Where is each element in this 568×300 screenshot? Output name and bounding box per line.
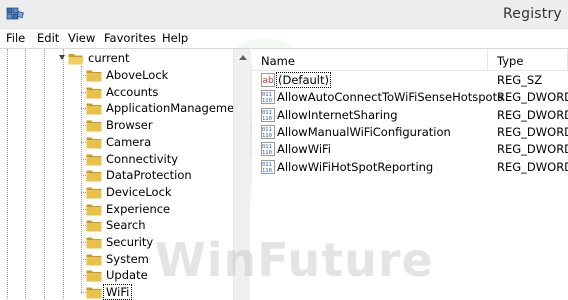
dword-value-icon: 011110: [261, 107, 275, 122]
tree-item-abovelock[interactable]: AboveLock: [0, 67, 233, 84]
menu-edit[interactable]: Edit: [37, 31, 59, 45]
folder-icon: [86, 204, 102, 216]
svg-text:110: 110: [262, 168, 272, 174]
value-row[interactable]: 011 110 AllowManualWiFiConfiguration REG_DW…: [252, 124, 568, 141]
tree-item-dataprotection[interactable]: DataProtection: [0, 167, 233, 184]
value-name: (Default): [276, 72, 331, 88]
folder-icon: [86, 120, 102, 132]
folder-icon: [86, 70, 102, 82]
window-title: Registry Ed: [503, 6, 568, 22]
folder-icon: [86, 237, 102, 249]
tree-item-label: Browser: [106, 118, 153, 133]
folder-icon: [86, 220, 102, 232]
value-type: REG_DWORD: [497, 159, 568, 174]
value-type: REG_SZ: [497, 73, 543, 87]
value-name: AllowInternetSharing: [277, 107, 398, 122]
tree-item-applicationmanagement[interactable]: ApplicationManagement: [0, 100, 246, 117]
value-type: REG_DWORD: [497, 142, 568, 157]
value-type: REG_DWORD: [497, 107, 568, 122]
folder-icon: [86, 270, 102, 282]
tree-item-devicelock[interactable]: DeviceLock: [0, 184, 233, 201]
column-header-name[interactable]: Name: [252, 49, 488, 71]
collapse-arrow-icon[interactable]: [59, 55, 65, 60]
value-type: REG_DWORD: [497, 90, 568, 105]
svg-text:110: 110: [262, 98, 272, 104]
tree-item-connectivity[interactable]: Connectivity: [0, 151, 233, 168]
title-bar: Registry Ed: [0, 0, 568, 29]
tree-item-label: Experience: [106, 201, 171, 216]
value-name: AllowAutoConnectToWiFiSenseHotspots: [277, 90, 504, 105]
svg-text:110: 110: [262, 116, 272, 122]
menu-file[interactable]: File: [6, 31, 25, 45]
menu-view[interactable]: View: [68, 31, 95, 45]
menu-help[interactable]: Help: [162, 31, 188, 45]
folder-icon: [86, 170, 102, 182]
menu-bar: File Edit View Favorites Help: [0, 29, 568, 48]
tree-item-experience[interactable]: Experience: [0, 201, 233, 218]
values-list-pane[interactable]: Name Type ab (Default) REG_SZ 011 110 AllowAu…: [252, 48, 568, 300]
value-row[interactable]: 011 110 AllowWiFiHotSpotReporting REG_DWORD: [252, 159, 568, 176]
tree-item-label: ApplicationManagement: [106, 101, 247, 116]
menu-favorites[interactable]: Favorites: [104, 31, 156, 45]
scroll-up-arrow-icon[interactable]: [239, 55, 247, 60]
tree-item-system[interactable]: System: [0, 251, 233, 268]
tree-item-search[interactable]: Search: [0, 217, 233, 234]
registry-editor-icon: [6, 7, 24, 20]
tree-item-current[interactable]: current: [0, 50, 233, 67]
tree-item-label: Security: [106, 235, 154, 249]
column-header-type[interactable]: Type: [488, 49, 568, 71]
dword-value-icon: 011110: [261, 142, 275, 157]
tree-item-label: Search: [106, 218, 146, 233]
svg-text:110: 110: [262, 133, 272, 139]
value-name: AllowManualWiFiConfiguration: [277, 124, 451, 139]
tree-item-label: DataProtection: [106, 168, 192, 183]
dword-value-icon: 011110: [261, 124, 275, 139]
tree-item-label: Camera: [106, 134, 152, 149]
tree-vertical-scrollbar[interactable]: [233, 49, 250, 300]
tree-item-label: System: [106, 251, 149, 266]
tree-item-browser[interactable]: Browser: [0, 117, 233, 134]
folder-icon: [86, 137, 102, 149]
tree-item-label: Accounts: [106, 84, 159, 99]
folder-icon: [86, 254, 102, 266]
folder-icon: [86, 87, 102, 99]
folder-icon: [86, 103, 102, 115]
svg-text:110: 110: [262, 150, 272, 156]
folder-icon: [86, 287, 102, 299]
tree-item-security[interactable]: Security: [0, 234, 233, 251]
tree-item-wifi[interactable]: WiFi: [0, 284, 233, 300]
svg-text:ab: ab: [263, 76, 275, 86]
dword-value-icon: 011110: [261, 90, 275, 105]
value-type: REG_DWORD: [497, 124, 568, 139]
value-row[interactable]: 011 110 AllowAutoConnectToWiFiSenseHotspot…: [252, 89, 568, 106]
folder-icon: [86, 187, 102, 199]
string-value-icon: ab: [261, 73, 275, 87]
tree-item-camera[interactable]: Camera: [0, 134, 233, 151]
value-name: AllowWiFi: [277, 142, 331, 157]
tree-item-update[interactable]: Update: [0, 267, 233, 284]
tree-item-label: Update: [106, 268, 148, 283]
tree-item-label: AboveLock: [106, 68, 169, 82]
folder-icon: [86, 154, 102, 165]
key-tree-pane[interactable]: current AboveLock Accounts ApplicationMana…: [0, 48, 250, 300]
folder-open-icon: [68, 54, 84, 65]
tree-item-label: WiFi: [102, 284, 133, 300]
dword-value-icon: 011110: [261, 159, 275, 174]
tree-item-label: Connectivity: [106, 151, 179, 166]
tree-item-accounts[interactable]: Accounts: [0, 84, 233, 101]
value-row[interactable]: 011 110 AllowWiFi REG_DWORD: [252, 141, 568, 158]
tree-item-label: current: [88, 51, 130, 65]
value-name: AllowWiFiHotSpotReporting: [277, 159, 434, 174]
value-row[interactable]: ab (Default) REG_SZ: [252, 72, 568, 89]
tree-item-label: DeviceLock: [106, 184, 172, 199]
value-row[interactable]: 011 110 AllowInternetSharing REG_DWORD: [252, 107, 568, 124]
